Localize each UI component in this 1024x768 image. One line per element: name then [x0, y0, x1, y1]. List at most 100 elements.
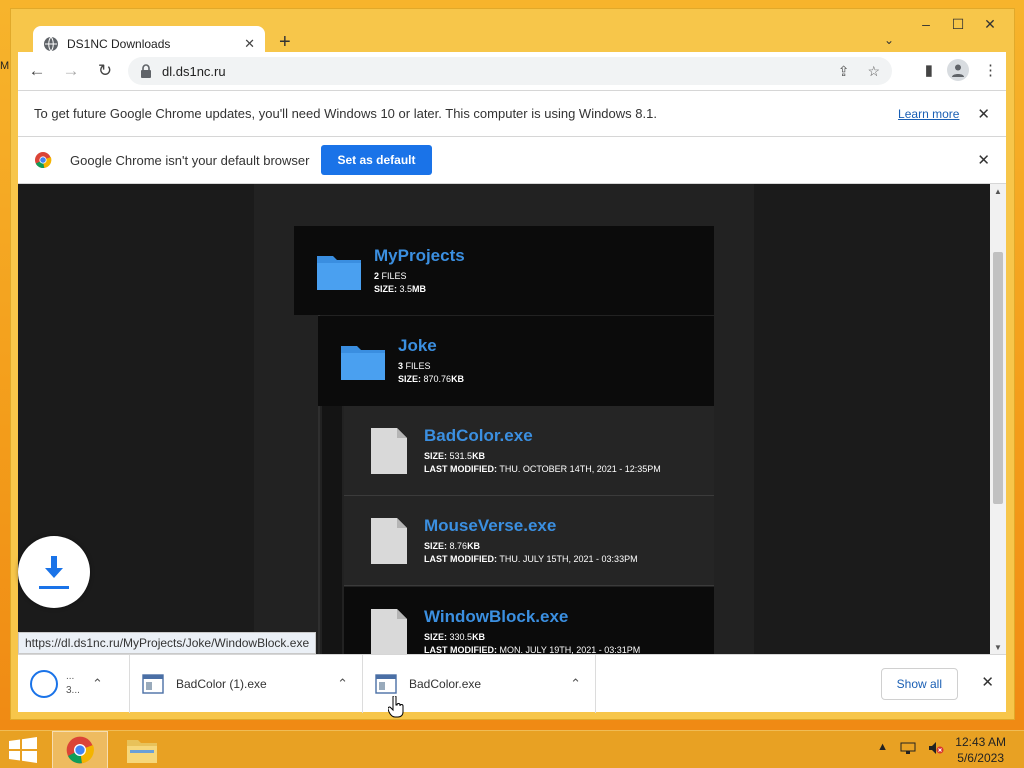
file-name[interactable]: MouseVerse.exe [424, 516, 638, 536]
size-unit: KB [451, 374, 465, 384]
person-icon [952, 64, 964, 77]
lock-icon[interactable] [140, 64, 152, 78]
bookmark-star-icon[interactable]: ☆ [867, 63, 880, 80]
tab-title: DS1NC Downloads [67, 36, 171, 51]
file-icon [371, 517, 407, 564]
size-label: SIZE: [374, 283, 398, 294]
modified-value: THU. JULY 15TH, 2021 - 03:33PM [499, 553, 638, 564]
folder-file-count: 3 FILES [398, 360, 464, 373]
size-label: SIZE: [424, 450, 448, 461]
taskbar: ▲ 12:43 AM 5/6/2023 [0, 730, 1024, 768]
progress-ring-icon [30, 669, 58, 698]
scrollbar-thumb[interactable] [993, 252, 1003, 504]
tree-indent [322, 406, 342, 654]
volume-muted-icon[interactable] [928, 741, 944, 755]
tab-search-button[interactable]: ⌄ [884, 33, 894, 47]
new-tab-button[interactable]: + [279, 31, 291, 54]
show-all-button[interactable]: Show all [880, 668, 958, 700]
download-bubble-button[interactable] [18, 536, 90, 608]
modified-label: LAST MODIFIED: [424, 553, 497, 564]
chevron-up-icon[interactable]: ⌃ [337, 676, 348, 692]
page-scrollbar[interactable]: ▲ ▼ [990, 184, 1006, 654]
download-item-texts: ... 3... [66, 670, 92, 698]
learn-more-link[interactable]: Learn more [898, 107, 959, 121]
exe-file-icon [375, 673, 397, 694]
file-modified: LAST MODIFIED: THU. OCTOBER 14TH, 2021 -… [424, 463, 661, 476]
size-unit: KB [472, 450, 486, 461]
profile-avatar-icon[interactable] [947, 59, 969, 81]
modified-value: THU. OCTOBER 14TH, 2021 - 12:35PM [499, 463, 661, 474]
file-name[interactable]: BadColor.exe [424, 426, 661, 446]
download-item-name: ... [66, 670, 75, 682]
chrome-taskbar-icon [66, 736, 94, 764]
size-value: 531.5 [449, 450, 473, 461]
default-browser-text: Google Chrome isn't your default browser [70, 152, 310, 168]
folder-row-joke[interactable]: Joke 3 FILES SIZE: 870.76KB [318, 316, 714, 406]
file-icon [371, 609, 407, 654]
folder-name[interactable]: MyProjects [374, 246, 465, 266]
size-value: 870.76 [423, 374, 452, 384]
file-info: MouseVerse.exe SIZE: 8.76KB LAST MODIFIE… [424, 516, 638, 566]
set-as-default-button[interactable]: Set as default [321, 145, 432, 175]
scroll-up-arrow-icon[interactable]: ▲ [990, 184, 1006, 198]
side-panel-icon[interactable]: ▮ [925, 61, 933, 79]
size-label: SIZE: [398, 374, 422, 384]
status-bubble-url: https://dl.ds1nc.ru/MyProjects/Joke/Wind… [18, 632, 317, 654]
taskbar-file-explorer[interactable] [114, 731, 170, 768]
desktop-edge-text: M [0, 60, 10, 72]
share-icon[interactable]: ⇪ [838, 63, 850, 80]
folder-name[interactable]: Joke [398, 336, 464, 356]
folder-size: SIZE: 3.5MB [374, 283, 465, 296]
file-icon [371, 427, 407, 474]
system-clock[interactable]: 12:43 AM 5/6/2023 [955, 734, 1006, 766]
download-item-name: BadColor.exe [409, 676, 482, 691]
download-item-in-progress[interactable]: ... 3... ⌃ [18, 654, 130, 713]
system-tray: ▲ [877, 741, 944, 755]
toolbar: ← → ↻ dl.ds1nc.ru ⇪ ☆ ▮ ⋮ [18, 52, 1006, 90]
file-size: SIZE: 8.76KB [424, 540, 638, 553]
taskbar-chrome[interactable] [52, 731, 108, 768]
folder-file-count: 2 FILES [374, 270, 465, 283]
tab-close-icon[interactable]: ✕ [244, 36, 255, 52]
update-infobar: To get future Google Chrome updates, you… [18, 90, 1006, 136]
modified-label: LAST MODIFIED: [424, 645, 497, 654]
chevron-up-icon[interactable]: ⌃ [570, 676, 581, 692]
reload-button[interactable]: ↻ [90, 56, 120, 86]
tray-expand-arrow-icon[interactable]: ▲ [877, 741, 888, 755]
chevron-up-icon[interactable]: ⌃ [92, 676, 103, 692]
download-item-badcolor-1[interactable]: BadColor (1).exe ⌃ [130, 654, 363, 713]
update-infobar-text: To get future Google Chrome updates, you… [34, 106, 657, 121]
page-viewport: MyProjects 2 FILES SIZE: 3.5MB Joke 3 FI… [18, 184, 990, 654]
size-label: SIZE: [424, 632, 448, 642]
windows-start-icon[interactable] [8, 737, 38, 763]
browser-content: ← → ↻ dl.ds1nc.ru ⇪ ☆ ▮ ⋮ To get future … [18, 52, 1006, 718]
mouse-cursor-hand-icon [388, 696, 404, 718]
download-item-name: BadColor (1).exe [176, 676, 267, 691]
forward-button[interactable]: → [56, 56, 86, 86]
size-value: 3.5 [399, 283, 413, 294]
file-modified: LAST MODIFIED: MON. JULY 19TH, 2021 - 03… [424, 644, 640, 654]
folder-info: Joke 3 FILES SIZE: 870.76KB [398, 336, 464, 386]
update-infobar-close-icon[interactable]: ✕ [977, 105, 990, 123]
file-row-windowblock[interactable]: WindowBlock.exe SIZE: 330.5KB LAST MODIF… [344, 587, 714, 654]
download-shelf-close-icon[interactable]: ✕ [981, 673, 994, 691]
size-value: 330.5 [449, 632, 473, 642]
menu-icon[interactable]: ⋮ [983, 61, 998, 79]
folder-row-myprojects[interactable]: MyProjects 2 FILES SIZE: 3.5MB [294, 226, 714, 315]
exe-file-icon [142, 673, 164, 694]
size-value: 8.76 [449, 540, 468, 551]
file-row-badcolor[interactable]: BadColor.exe SIZE: 531.5KB LAST MODIFIED… [344, 406, 714, 496]
network-icon[interactable] [900, 741, 916, 755]
clock-date: 5/6/2023 [957, 751, 1004, 765]
default-infobar-close-icon[interactable]: ✕ [977, 151, 990, 169]
scroll-down-arrow-icon[interactable]: ▼ [990, 640, 1006, 654]
url-text[interactable]: dl.ds1nc.ru [162, 64, 838, 79]
file-info: BadColor.exe SIZE: 531.5KB LAST MODIFIED… [424, 426, 661, 476]
address-bar[interactable]: dl.ds1nc.ru ⇪ ☆ [128, 57, 892, 85]
toolbar-right: ▮ ⋮ [925, 59, 998, 81]
file-row-mouseverse[interactable]: MouseVerse.exe SIZE: 8.76KB LAST MODIFIE… [344, 496, 714, 586]
back-button[interactable]: ← [22, 56, 52, 86]
chrome-logo-icon [35, 152, 52, 168]
file-name[interactable]: WindowBlock.exe [424, 607, 640, 627]
folder-icon [317, 255, 361, 290]
